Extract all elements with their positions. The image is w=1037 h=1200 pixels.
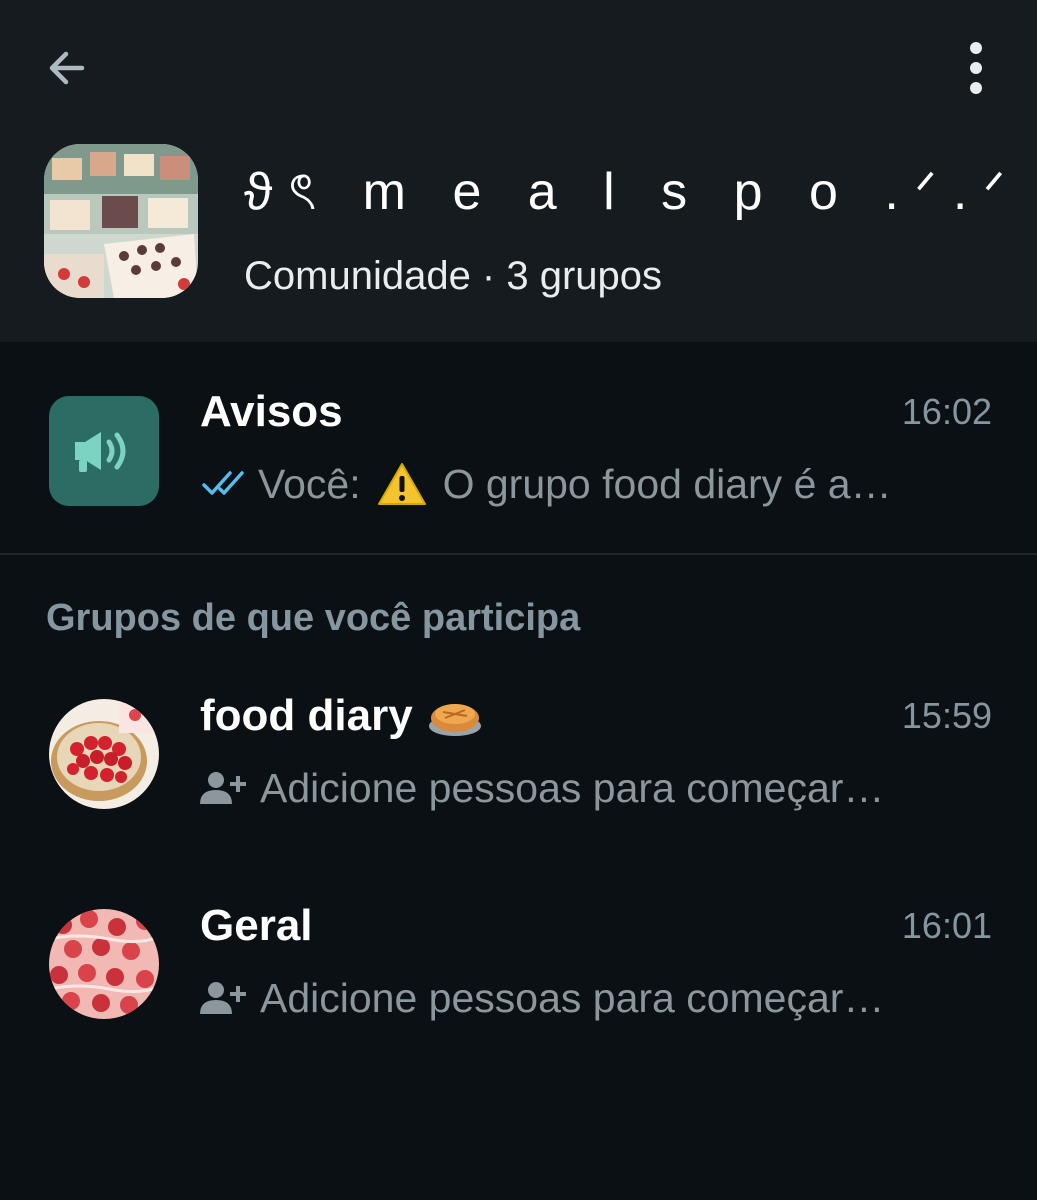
group-avatar	[49, 699, 159, 809]
community-subtitle: Comunidade · 3 grupos	[244, 254, 663, 298]
announcements-avatar	[49, 396, 159, 506]
group-title-text: food diary	[200, 691, 413, 740]
add-person-icon	[200, 982, 246, 1014]
group-time: 16:01	[901, 905, 992, 946]
more-vertical-icon	[970, 42, 982, 94]
preview-text: Adicione pessoas para começar…	[260, 975, 885, 1021]
group-row-geral[interactable]: Geral 16:01 Adicione pessoas para começa…	[0, 894, 1037, 1044]
community-name: ϑৎ m e a l s p o .ᐟ.ᐟ	[244, 163, 1022, 221]
warning-icon	[377, 463, 426, 505]
group-row-food-diary[interactable]: food diary 15:59 Adicione pessoas para c…	[0, 684, 1037, 834]
community-avatar[interactable]	[44, 144, 198, 298]
double-check-icon	[202, 471, 244, 495]
pastry-display-image	[44, 144, 198, 298]
section-label: Grupos de que você participa	[46, 597, 581, 639]
announcements-row[interactable]: Avisos 16:02 Você: O grupo food diary é …	[0, 380, 1037, 530]
group-title: food diary	[200, 688, 483, 744]
preview-sender: Você:	[258, 461, 361, 507]
back-button[interactable]	[38, 40, 94, 96]
pie-emoji-icon	[427, 694, 483, 738]
announcements-preview: Você: O grupo food diary é a…	[200, 456, 970, 512]
add-person-icon	[200, 772, 246, 804]
group-preview: Adicione pessoas para começar…	[200, 970, 970, 1026]
announcements-title: Avisos	[200, 387, 343, 436]
group-avatar	[49, 909, 159, 1019]
divider	[0, 553, 1037, 555]
strawberry-pattern-image	[49, 909, 159, 1019]
group-preview: Adicione pessoas para começar…	[200, 760, 970, 816]
strawberry-tart-image	[49, 699, 159, 809]
group-title: Geral	[200, 901, 313, 950]
arrow-left-icon	[49, 51, 85, 85]
more-options-button[interactable]	[948, 40, 1004, 96]
megaphone-icon	[75, 432, 126, 472]
preview-text: Adicione pessoas para começar…	[260, 765, 885, 811]
preview-text: O grupo food diary é a…	[442, 461, 892, 507]
announcements-time: 16:02	[901, 391, 992, 432]
group-time: 15:59	[901, 695, 992, 736]
community-header: ϑৎ m e a l s p o .ᐟ.ᐟ Comunidade · 3 gru…	[0, 0, 1037, 342]
